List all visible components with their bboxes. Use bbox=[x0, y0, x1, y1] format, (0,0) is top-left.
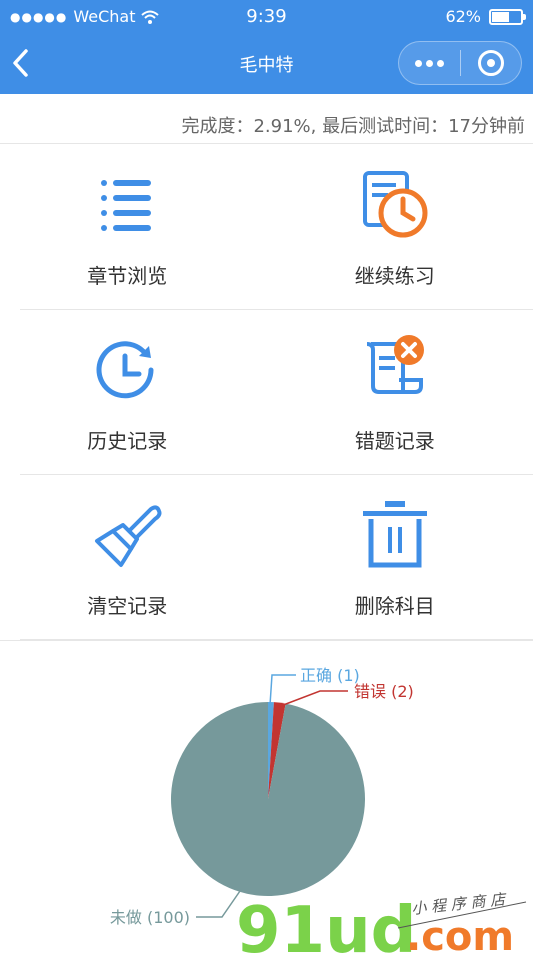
menu-clear-records[interactable]: 清空记录 bbox=[20, 475, 277, 639]
pie-slice-2 bbox=[171, 702, 365, 896]
menu-continue-practice[interactable]: 继续练习 bbox=[277, 145, 533, 309]
document-clock-icon bbox=[362, 171, 428, 238]
site-watermark-logo: 91ud .com 小 程 序 商 店 bbox=[236, 890, 527, 960]
menu-delete-subject[interactable]: 删除科目 bbox=[277, 475, 533, 639]
pie-label: 正确 (1) bbox=[300, 666, 360, 685]
trash-icon bbox=[362, 501, 427, 568]
menu-grid: 章节浏览 继续练习 历史记录 错题记录 清空记录 删除科目 bbox=[20, 145, 533, 640]
nav-bar: 毛中特 bbox=[0, 34, 533, 94]
pie-label: 错误 (2) bbox=[354, 682, 414, 701]
scroll-error-icon bbox=[366, 335, 424, 394]
menu-chapter-browse[interactable]: 章节浏览 bbox=[20, 145, 277, 309]
pie-label: 未做 (100) bbox=[110, 908, 190, 927]
pie-leader-line bbox=[196, 890, 241, 918]
menu-row: 历史记录 错题记录 bbox=[20, 310, 533, 475]
battery-percent: 62% bbox=[445, 7, 481, 26]
menu-label: 删除科目 bbox=[354, 594, 435, 618]
svg-text:91ud: 91ud bbox=[236, 894, 416, 960]
menu-row: 章节浏览 继续练习 bbox=[20, 145, 533, 310]
menu-row: 清空记录 删除科目 bbox=[20, 475, 533, 640]
menu-label: 清空记录 bbox=[87, 594, 168, 618]
svg-text:.com: .com bbox=[406, 914, 514, 960]
battery-icon bbox=[489, 8, 526, 25]
menu-label: 历史记录 bbox=[87, 429, 168, 453]
battery-group: 62% bbox=[445, 7, 526, 26]
history-clock-icon bbox=[96, 341, 154, 399]
brush-icon bbox=[95, 505, 162, 567]
menu-label: 章节浏览 bbox=[87, 264, 168, 288]
menu-label: 继续练习 bbox=[354, 264, 435, 288]
list-icon bbox=[101, 180, 152, 231]
top-bar: ●●●●● WeChat 9:39 62% 毛中特 bbox=[0, 0, 533, 94]
progress-info: 完成度：2.91%, 最后测试时间：17分钟前 bbox=[0, 94, 533, 144]
mini-program-capsule bbox=[398, 41, 522, 85]
target-close-icon[interactable] bbox=[461, 42, 521, 84]
menu-wrong-records[interactable]: 错题记录 bbox=[277, 310, 533, 474]
pie-leader-line bbox=[269, 674, 296, 706]
more-dots-icon[interactable] bbox=[399, 42, 460, 84]
menu-label: 错题记录 bbox=[354, 429, 435, 453]
menu-history[interactable]: 历史记录 bbox=[20, 310, 277, 474]
status-bar: ●●●●● WeChat 9:39 62% bbox=[0, 0, 533, 34]
